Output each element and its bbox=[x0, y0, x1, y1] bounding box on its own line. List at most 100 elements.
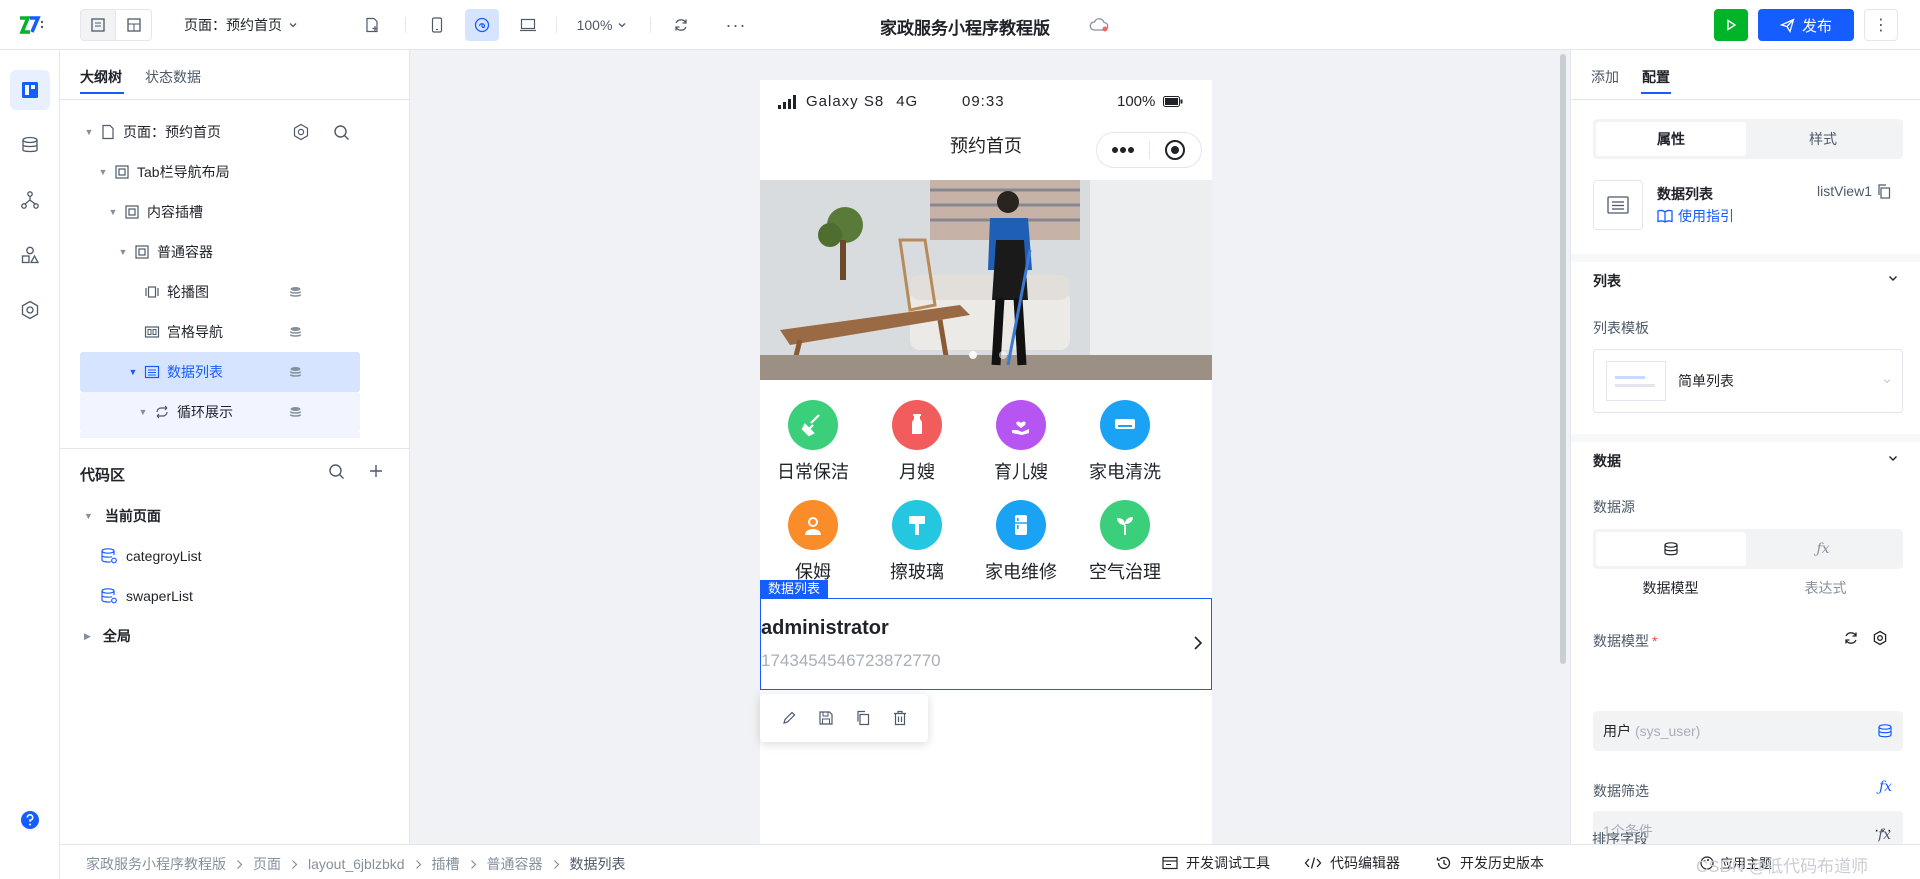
tree-node-page[interactable]: ▼ 页面：预约首页 bbox=[80, 112, 360, 152]
tab-state-data[interactable]: 状态数据 bbox=[145, 67, 201, 87]
settings-icon[interactable] bbox=[1872, 630, 1888, 646]
code-editor-button[interactable]: 代码编辑器 bbox=[1304, 853, 1400, 873]
outline-view-icon[interactable] bbox=[80, 9, 116, 41]
seg-properties[interactable]: 属性 bbox=[1596, 122, 1746, 156]
chevron-down-icon[interactable] bbox=[1887, 452, 1899, 464]
grid-nav-item[interactable]: 育儿嫂 bbox=[969, 400, 1073, 484]
app-logo[interactable] bbox=[18, 14, 44, 36]
grid-nav-item[interactable]: 保姆 bbox=[761, 500, 865, 584]
tab-add[interactable]: 添加 bbox=[1591, 67, 1619, 87]
refresh-icon[interactable] bbox=[665, 9, 697, 41]
model-select[interactable]: 用户 (sys_user) bbox=[1593, 711, 1903, 751]
database-icon[interactable] bbox=[10, 125, 50, 165]
code-editor-label: 代码编辑器 bbox=[1330, 855, 1400, 871]
outline-panel-icon[interactable] bbox=[10, 70, 50, 110]
help-icon[interactable] bbox=[10, 800, 50, 840]
grid-nav-item[interactable]: 擦玻璃 bbox=[865, 500, 969, 584]
refresh-icon[interactable] bbox=[1843, 630, 1859, 646]
tree-node-tab-layout[interactable]: ▼ Tab栏导航布局 bbox=[80, 152, 360, 192]
tab-outline-tree[interactable]: 大纲树 bbox=[80, 67, 122, 87]
close-target-icon[interactable] bbox=[1149, 139, 1201, 161]
model-value: 用户 bbox=[1603, 723, 1631, 739]
save-icon[interactable] bbox=[818, 710, 834, 726]
chevron-down-icon[interactable] bbox=[1887, 272, 1899, 284]
cloud-sync-icon[interactable] bbox=[1088, 16, 1110, 34]
dev-history-button[interactable]: 开发历史版本 bbox=[1436, 853, 1544, 873]
more-icon[interactable]: ··· bbox=[720, 9, 752, 41]
grid-nav-item[interactable]: 空气治理 bbox=[1073, 500, 1177, 584]
grid-nav-item[interactable]: 家电清洗 bbox=[1073, 400, 1177, 484]
components-icon[interactable] bbox=[10, 235, 50, 275]
grid-nav-item[interactable]: 家电维修 bbox=[969, 500, 1073, 584]
template-select[interactable]: 简单列表 bbox=[1593, 349, 1903, 413]
flow-icon[interactable] bbox=[10, 180, 50, 220]
model-label: 数据模型 bbox=[1593, 633, 1649, 649]
tree-node-loop[interactable]: ▼ 循环展示 bbox=[80, 392, 360, 432]
tree-scroll-fade bbox=[80, 432, 360, 438]
page-selector[interactable]: 页面：预约首页 bbox=[172, 9, 322, 41]
chevron-right-icon bbox=[470, 859, 477, 870]
desktop-device-icon[interactable] bbox=[511, 9, 545, 41]
capsule-button[interactable] bbox=[1096, 132, 1202, 168]
tree-node-grid-nav[interactable]: 宫格导航 bbox=[80, 312, 360, 352]
edit-icon[interactable] bbox=[781, 710, 797, 726]
data-list-item[interactable]: administrator 1743454546723872770 bbox=[760, 598, 1212, 690]
template-value: 简单列表 bbox=[1678, 373, 1734, 389]
layout-view-icon[interactable] bbox=[116, 9, 152, 41]
breadcrumb-item[interactable]: 插槽 bbox=[432, 854, 460, 874]
data-query-icon bbox=[100, 547, 118, 565]
more-menu-icon[interactable]: ⋮ bbox=[1864, 9, 1898, 41]
code-item[interactable]: swaperList bbox=[100, 576, 193, 616]
delete-icon[interactable] bbox=[892, 710, 908, 726]
usage-guide-link[interactable]: 使用指引 bbox=[1657, 206, 1734, 226]
add-page-icon[interactable] bbox=[356, 9, 388, 41]
breadcrumb-item[interactable]: 普通容器 bbox=[487, 854, 543, 874]
tree-node-label: 数据列表 bbox=[167, 364, 223, 380]
code-item[interactable]: categroyList bbox=[100, 536, 201, 576]
settings-hex-icon[interactable] bbox=[10, 290, 50, 330]
carousel-image[interactable] bbox=[760, 180, 1212, 380]
tree-node-data-list[interactable]: ▼ 数据列表 bbox=[80, 352, 360, 392]
search-icon[interactable] bbox=[328, 463, 345, 480]
tree-node-content-slot[interactable]: ▼ 内容插槽 bbox=[80, 192, 360, 232]
miniprogram-device-icon[interactable] bbox=[465, 9, 499, 41]
tree-node-label: Tab栏导航布局 bbox=[137, 164, 230, 180]
publish-button[interactable]: 发布 bbox=[1758, 9, 1854, 41]
data-model-option[interactable] bbox=[1596, 532, 1746, 566]
run-preview-button[interactable] bbox=[1714, 9, 1748, 41]
grid-nav-item[interactable]: 日常保洁 bbox=[761, 400, 865, 484]
dev-debug-tool-button[interactable]: 开发调试工具 bbox=[1162, 853, 1270, 873]
breadcrumb-item[interactable]: 家政服务小程序教程版 bbox=[86, 854, 226, 874]
tab-config[interactable]: 配置 bbox=[1642, 67, 1670, 87]
copy-icon[interactable] bbox=[855, 710, 871, 726]
caret-down-icon: ▼ bbox=[84, 127, 94, 137]
fx-icon[interactable]: ƒx bbox=[1879, 779, 1892, 795]
tree-node-container[interactable]: ▼ 普通容器 bbox=[80, 232, 360, 272]
model-field-label: 数据模型 * bbox=[1593, 631, 1657, 651]
divider bbox=[60, 99, 410, 100]
page-settings-icon[interactable] bbox=[292, 123, 310, 141]
fx-icon[interactable]: ƒx bbox=[1878, 827, 1891, 844]
zoom-selector[interactable]: 100% bbox=[570, 9, 634, 41]
breadcrumb-item[interactable]: layout_6jblzbkd bbox=[308, 856, 405, 872]
tree-node-carousel[interactable]: 轮播图 bbox=[80, 272, 360, 312]
battery-icon bbox=[1163, 96, 1183, 107]
top-toolbar: 页面：预约首页 100% ··· 家政服务小程序教程版 发布 ⋮ bbox=[0, 0, 1920, 50]
seg-styles[interactable]: 样式 bbox=[1746, 122, 1900, 156]
code-current-page[interactable]: ▼ 当前页面 bbox=[84, 496, 161, 536]
search-icon[interactable] bbox=[333, 124, 350, 141]
terminal-icon bbox=[1162, 856, 1178, 870]
grid-nav-item[interactable]: 月嫂 bbox=[865, 400, 969, 484]
code-global[interactable]: ▶ 全局 bbox=[84, 616, 131, 656]
status-bar: Galaxy S8 4G bbox=[778, 93, 918, 110]
breadcrumb-item[interactable]: 页面 bbox=[253, 854, 281, 874]
copy-icon[interactable] bbox=[1877, 183, 1891, 199]
datasource-icon bbox=[289, 366, 302, 379]
more-dots-icon[interactable] bbox=[1097, 146, 1149, 154]
grid-nav-label: 家电清洗 bbox=[1089, 462, 1161, 482]
add-icon[interactable] bbox=[368, 463, 384, 479]
canvas-scrollbar[interactable] bbox=[1560, 54, 1566, 664]
mobile-device-icon[interactable] bbox=[420, 9, 454, 41]
expression-option[interactable]: ƒx bbox=[1746, 532, 1900, 566]
breadcrumb-item[interactable]: 数据列表 bbox=[570, 854, 626, 874]
